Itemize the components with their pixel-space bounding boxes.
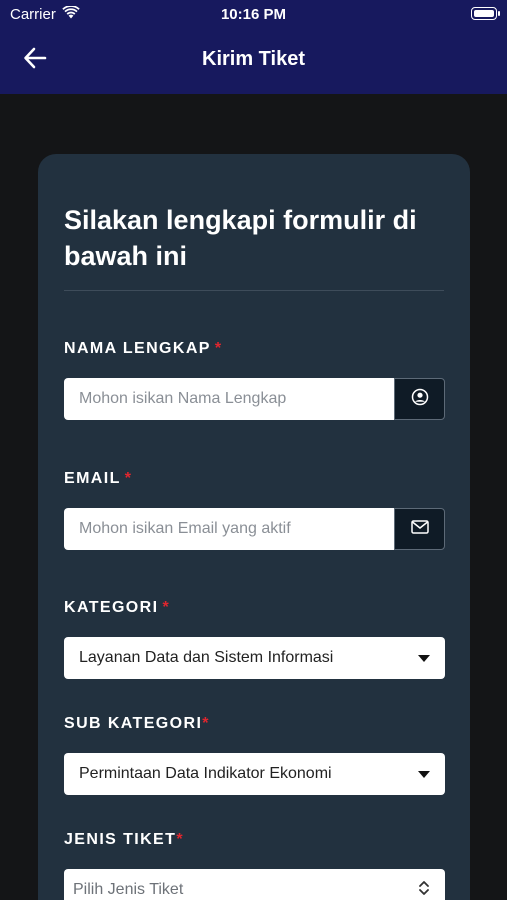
nama-lengkap-group xyxy=(64,378,445,420)
divider xyxy=(64,290,444,291)
email-addon xyxy=(394,508,445,550)
status-bar: Carrier 10:16 PM xyxy=(0,0,507,30)
sub-kategori-label-text: SUB KATEGORI xyxy=(64,715,203,732)
user-circle-icon xyxy=(411,388,429,411)
sub-kategori-selected-value: Permintaan Data Indikator Ekonomi xyxy=(79,765,332,782)
clock: 10:16 PM xyxy=(220,6,287,23)
nama-lengkap-label-text: NAMA LENGKAP xyxy=(64,340,211,357)
chevron-up-down-icon xyxy=(418,880,430,900)
nama-lengkap-field-wrapper xyxy=(64,378,394,420)
required-marker: * xyxy=(202,715,210,732)
email-label: EMAIL * xyxy=(64,470,132,488)
top-bar: Carrier 10:16 PM Kirim Tiket xyxy=(0,0,507,94)
sub-kategori-select[interactable]: Permintaan Data Indikator Ekonomi xyxy=(64,753,445,795)
navigation-bar: Kirim Tiket xyxy=(0,36,507,84)
required-marker: * xyxy=(214,340,223,357)
nama-lengkap-addon xyxy=(394,378,445,420)
jenis-tiket-label-text: JENIS TIKET xyxy=(64,831,177,848)
screen: Carrier 10:16 PM Kirim Tiket Silakan len… xyxy=(0,0,507,900)
caret-down-icon xyxy=(418,770,430,778)
required-marker: * xyxy=(176,831,184,848)
email-group xyxy=(64,508,445,550)
nama-lengkap-label: NAMA LENGKAP * xyxy=(64,340,223,358)
form-heading: Silakan lengkapi formulir di bawah ini xyxy=(64,205,417,271)
jenis-tiket-placeholder: Pilih Jenis Tiket xyxy=(73,881,184,898)
jenis-tiket-label: JENIS TIKET* xyxy=(64,831,184,849)
kategori-select[interactable]: Layanan Data dan Sistem Informasi xyxy=(64,637,445,679)
required-marker: * xyxy=(124,470,133,487)
email-label-text: EMAIL xyxy=(64,470,121,487)
required-marker: * xyxy=(162,599,171,616)
kategori-label-text: KATEGORI xyxy=(64,599,159,616)
caret-down-icon xyxy=(418,654,430,662)
email-input[interactable] xyxy=(79,520,379,538)
ticket-form-card: Silakan lengkapi formulir di bawah ini N… xyxy=(38,154,470,900)
nama-lengkap-input[interactable] xyxy=(79,390,379,408)
page-title: Kirim Tiket xyxy=(202,48,305,70)
sub-kategori-label: SUB KATEGORI* xyxy=(64,715,210,733)
kategori-label: KATEGORI * xyxy=(64,599,170,617)
envelope-icon xyxy=(410,519,429,539)
email-field-wrapper xyxy=(64,508,394,550)
battery-icon xyxy=(471,7,500,20)
jenis-tiket-select[interactable]: Pilih Jenis Tiket xyxy=(64,869,445,900)
kategori-selected-value: Layanan Data dan Sistem Informasi xyxy=(79,649,334,666)
